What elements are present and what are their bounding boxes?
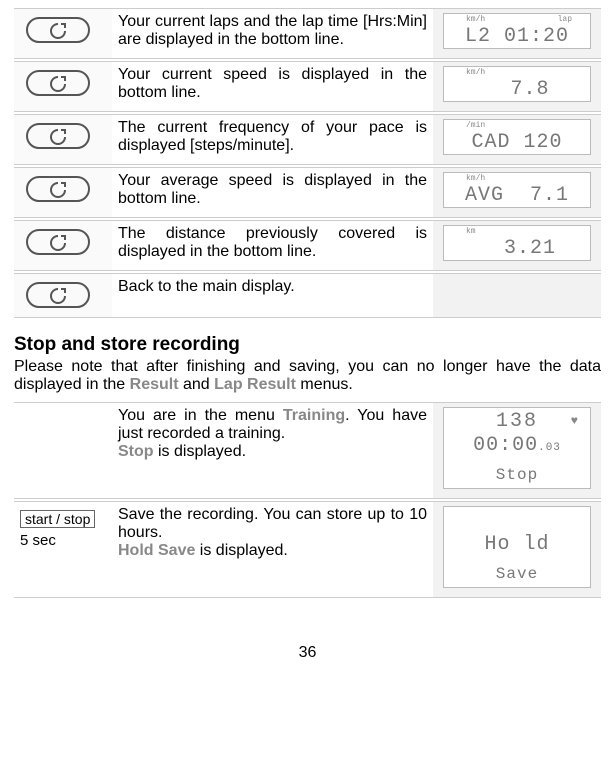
heart-icon: ♥: [571, 414, 578, 428]
description-cell: Your average speed is displayed in the b…: [112, 167, 433, 218]
table-row: Your current laps and the lap time [Hrs:…: [14, 8, 601, 59]
lcd-display: km 3.21: [443, 225, 591, 261]
lcd-cell: 138 ♥ 00:00.03 Stop: [433, 402, 601, 499]
cycle-button-icon: [26, 282, 90, 308]
table-row: Your average speed is displayed in the b…: [14, 167, 601, 218]
left-cell: [14, 402, 112, 499]
display-functions-table: Your current laps and the lap time [Hrs:…: [14, 6, 601, 320]
lcd-display: km/h lap L2 01:20: [443, 13, 591, 49]
cycle-button-icon: [26, 70, 90, 96]
cycle-button-icon: [26, 123, 90, 149]
table-row: start / stop 5 sec Save the recording. Y…: [14, 501, 601, 598]
lcd-display: 138 ♥ 00:00.03 Stop: [443, 407, 591, 489]
table-row: Your current speed is displayed in the b…: [14, 61, 601, 112]
lcd-display: km/h AVG 7.1: [443, 172, 591, 208]
lcd-cell: Ho ld Save: [433, 501, 601, 598]
description-cell: The distance previously covered is displ…: [112, 220, 433, 271]
icon-cell: [14, 8, 112, 59]
description-cell: Save the recording. You can store up to …: [112, 501, 433, 598]
lcd-display: km/h 7.8: [443, 66, 591, 102]
cycle-button-icon: [26, 229, 90, 255]
lcd-cell-empty: [433, 273, 601, 318]
lcd-display: Ho ld Save: [443, 506, 591, 588]
table-row: The distance previously covered is displ…: [14, 220, 601, 271]
start-stop-button-label: start / stop: [20, 510, 95, 528]
description-cell: Your current speed is displayed in the b…: [112, 61, 433, 112]
stop-store-table: You are in the menu Training. You have j…: [14, 400, 601, 600]
section-intro: Please note that after finishing and sav…: [14, 358, 601, 394]
left-cell: start / stop 5 sec: [14, 501, 112, 598]
description-cell: You are in the menu Training. You have j…: [112, 402, 433, 499]
description-cell: Your current laps and the lap time [Hrs:…: [112, 8, 433, 59]
section-heading: Stop and store recording: [14, 334, 601, 356]
lcd-cell: km/h lap L2 01:20: [433, 8, 601, 59]
table-row: The current frequency of your pace is di…: [14, 114, 601, 165]
duration-label: 5 sec: [20, 532, 106, 549]
table-row: You are in the menu Training. You have j…: [14, 402, 601, 499]
cycle-button-icon: [26, 176, 90, 202]
description-cell: Back to the main display.: [112, 273, 433, 318]
lcd-display: /min CAD 120: [443, 119, 591, 155]
page-number: 36: [14, 644, 601, 662]
description-cell: The current frequency of your pace is di…: [112, 114, 433, 165]
table-row: Back to the main display.: [14, 273, 601, 318]
cycle-button-icon: [26, 17, 90, 43]
